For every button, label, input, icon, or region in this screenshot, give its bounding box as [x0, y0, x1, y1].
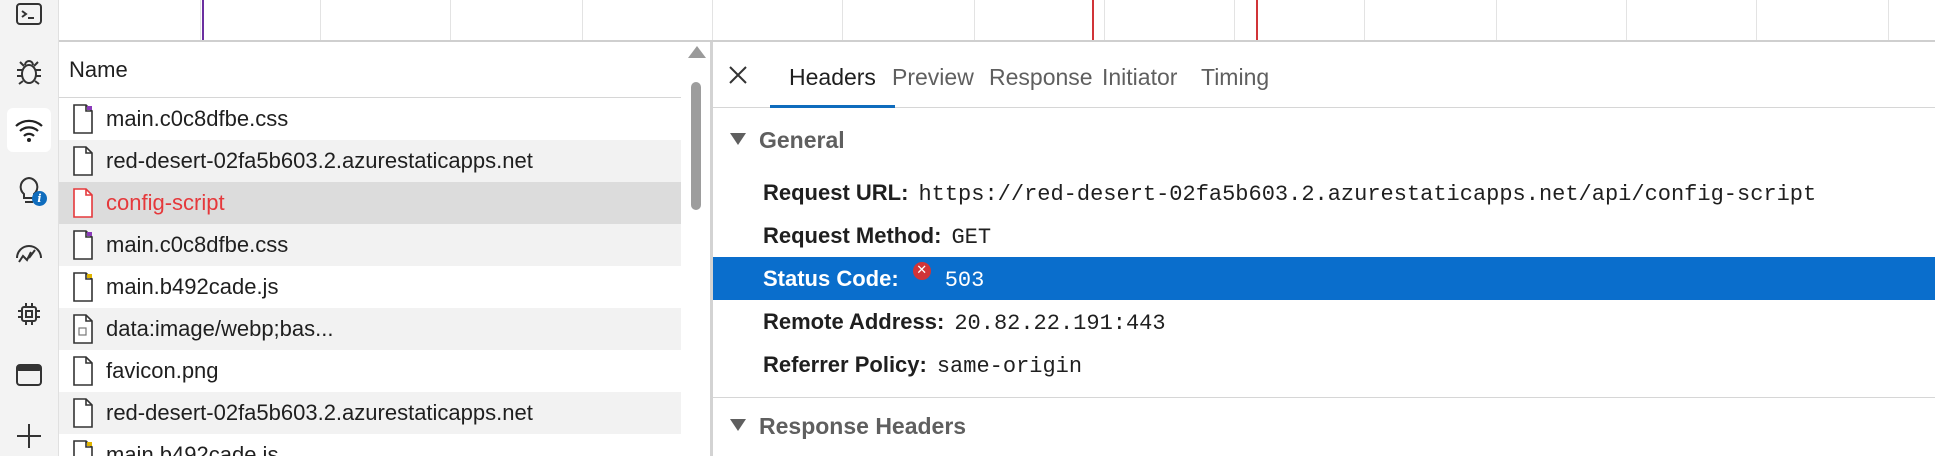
network-button[interactable]: [7, 108, 51, 152]
request-row[interactable]: main.c0c8dfbe.css: [59, 224, 681, 266]
timeline-gridline: [842, 0, 843, 40]
timeline-gridline: [974, 0, 975, 40]
console-icon: [16, 3, 42, 25]
info-badge: i: [32, 191, 47, 206]
timeline-gridline: [712, 0, 713, 40]
dom-content-loaded-marker: [202, 0, 204, 40]
request-name: red-desert-02fa5b603.2.azurestaticapps.n…: [106, 148, 533, 173]
request-list-panel: Name main.c0c8dfbe.css red-desert-02fa5b…: [59, 42, 710, 456]
request-row[interactable]: data:image/webp;bas...: [59, 308, 681, 350]
request-row[interactable]: main.b492cade.js: [59, 434, 681, 456]
css-file-icon: [73, 104, 93, 134]
request-row[interactable]: red-desert-02fa5b603.2.azurestaticapps.n…: [59, 392, 681, 434]
close-icon[interactable]: [727, 64, 749, 86]
request-name: main.b492cade.js: [106, 442, 279, 456]
timeline-gridline: [1626, 0, 1627, 40]
memory-button[interactable]: [7, 292, 51, 336]
window-icon: [16, 364, 42, 386]
name-column-header[interactable]: Name: [59, 42, 681, 98]
request-method-row[interactable]: Request Method: GET: [713, 214, 1935, 257]
console-button[interactable]: [7, 0, 51, 36]
remote-address-row[interactable]: Remote Address: 20.82.22.191:443: [713, 300, 1935, 343]
scroll-up-arrow-icon[interactable]: [688, 46, 706, 58]
request-row[interactable]: red-desert-02fa5b603.2.azurestaticapps.n…: [59, 140, 681, 182]
status-code-label: Status Code:: [763, 266, 899, 291]
more-tools-button[interactable]: [7, 414, 51, 458]
details-tabbar: Headers Preview Response Initiator Timin…: [713, 42, 1935, 108]
request-rows: main.c0c8dfbe.css red-desert-02fa5b603.2…: [59, 98, 681, 456]
request-url-label: Request URL:: [763, 180, 909, 205]
expand-triangle-icon: [730, 418, 746, 431]
document-file-icon: [73, 188, 93, 218]
application-button[interactable]: [7, 353, 51, 397]
request-name: main.b492cade.js: [106, 274, 279, 299]
tab-initiator[interactable]: Initiator: [1083, 42, 1196, 108]
request-row-selected[interactable]: config-script: [59, 182, 681, 224]
request-url-row[interactable]: Request URL: https://red-desert-02fa5b603…: [713, 171, 1935, 214]
request-name: config-script: [106, 190, 225, 215]
network-timeline-overview[interactable]: [59, 0, 1935, 42]
status-code-value: 503: [944, 268, 985, 293]
request-name: data:image/webp;bas...: [106, 316, 334, 341]
referrer-policy-row[interactable]: Referrer Policy: same-origin: [713, 343, 1935, 386]
wifi-icon: [15, 119, 43, 142]
request-details-panel: Headers Preview Response Initiator Timin…: [713, 42, 1935, 456]
activity-bar: i: [0, 0, 59, 456]
timeline-gridline: [450, 0, 451, 40]
scrollbar-thumb[interactable]: [691, 82, 701, 210]
remote-address-label: Remote Address:: [763, 309, 945, 334]
response-headers-title: Response Headers: [759, 413, 967, 439]
timeline-gridline: [1756, 0, 1757, 40]
performance-icon: [16, 245, 42, 263]
response-headers-section-header[interactable]: Response Headers: [713, 404, 1935, 448]
request-method-value: GET: [951, 225, 992, 250]
js-file-icon: [73, 272, 93, 302]
status-code-row[interactable]: Status Code: ✕ 503: [713, 257, 1935, 300]
request-row[interactable]: favicon.png: [59, 350, 681, 392]
referrer-policy-value: same-origin: [936, 354, 1083, 379]
chip-icon: [18, 303, 40, 325]
issues-button[interactable]: i: [7, 168, 51, 212]
tab-timing[interactable]: Timing: [1182, 42, 1288, 108]
request-name: main.c0c8dfbe.css: [106, 232, 289, 257]
timeline-gridline: [1104, 0, 1105, 40]
document-file-icon: [73, 398, 93, 428]
document-file-icon: [73, 356, 93, 386]
timeline-gridline: [200, 0, 201, 40]
timeline-gridline: [1234, 0, 1235, 40]
load-event-marker: [1256, 0, 1258, 40]
general-section-title: General: [759, 127, 845, 153]
timeline-gridline: [320, 0, 321, 40]
error-status-icon: ✕: [912, 262, 931, 280]
request-row[interactable]: main.b492cade.js: [59, 266, 681, 308]
request-name: red-desert-02fa5b603.2.azurestaticapps.n…: [106, 400, 533, 425]
plus-icon: [17, 424, 41, 448]
timeline-gridline: [1364, 0, 1365, 40]
section-divider: [713, 397, 1935, 398]
request-row[interactable]: main.c0c8dfbe.css: [59, 98, 681, 140]
request-list-scrollbar[interactable]: [685, 42, 710, 456]
css-file-icon: [73, 230, 93, 260]
document-file-icon: [73, 146, 93, 176]
load-event-marker: [1092, 0, 1094, 40]
timeline-gridline: [582, 0, 583, 40]
referrer-policy-label: Referrer Policy:: [763, 352, 927, 377]
remote-address-value: 20.82.22.191:443: [954, 311, 1166, 336]
bug-icon: [17, 60, 41, 85]
request-name: main.c0c8dfbe.css: [106, 106, 289, 131]
timeline-gridline: [1888, 0, 1889, 40]
request-url-value: https://red-desert-02fa5b603.2.azurestat…: [918, 182, 1817, 207]
request-method-label: Request Method:: [763, 223, 942, 248]
debugger-button[interactable]: [7, 50, 51, 94]
image-file-icon: [73, 314, 93, 344]
timeline-gridline: [1496, 0, 1497, 40]
request-name: favicon.png: [106, 358, 219, 383]
performance-button[interactable]: [7, 230, 51, 274]
general-section-header[interactable]: General: [713, 118, 1935, 162]
expand-triangle-icon: [730, 132, 746, 145]
js-file-icon: [73, 440, 93, 456]
